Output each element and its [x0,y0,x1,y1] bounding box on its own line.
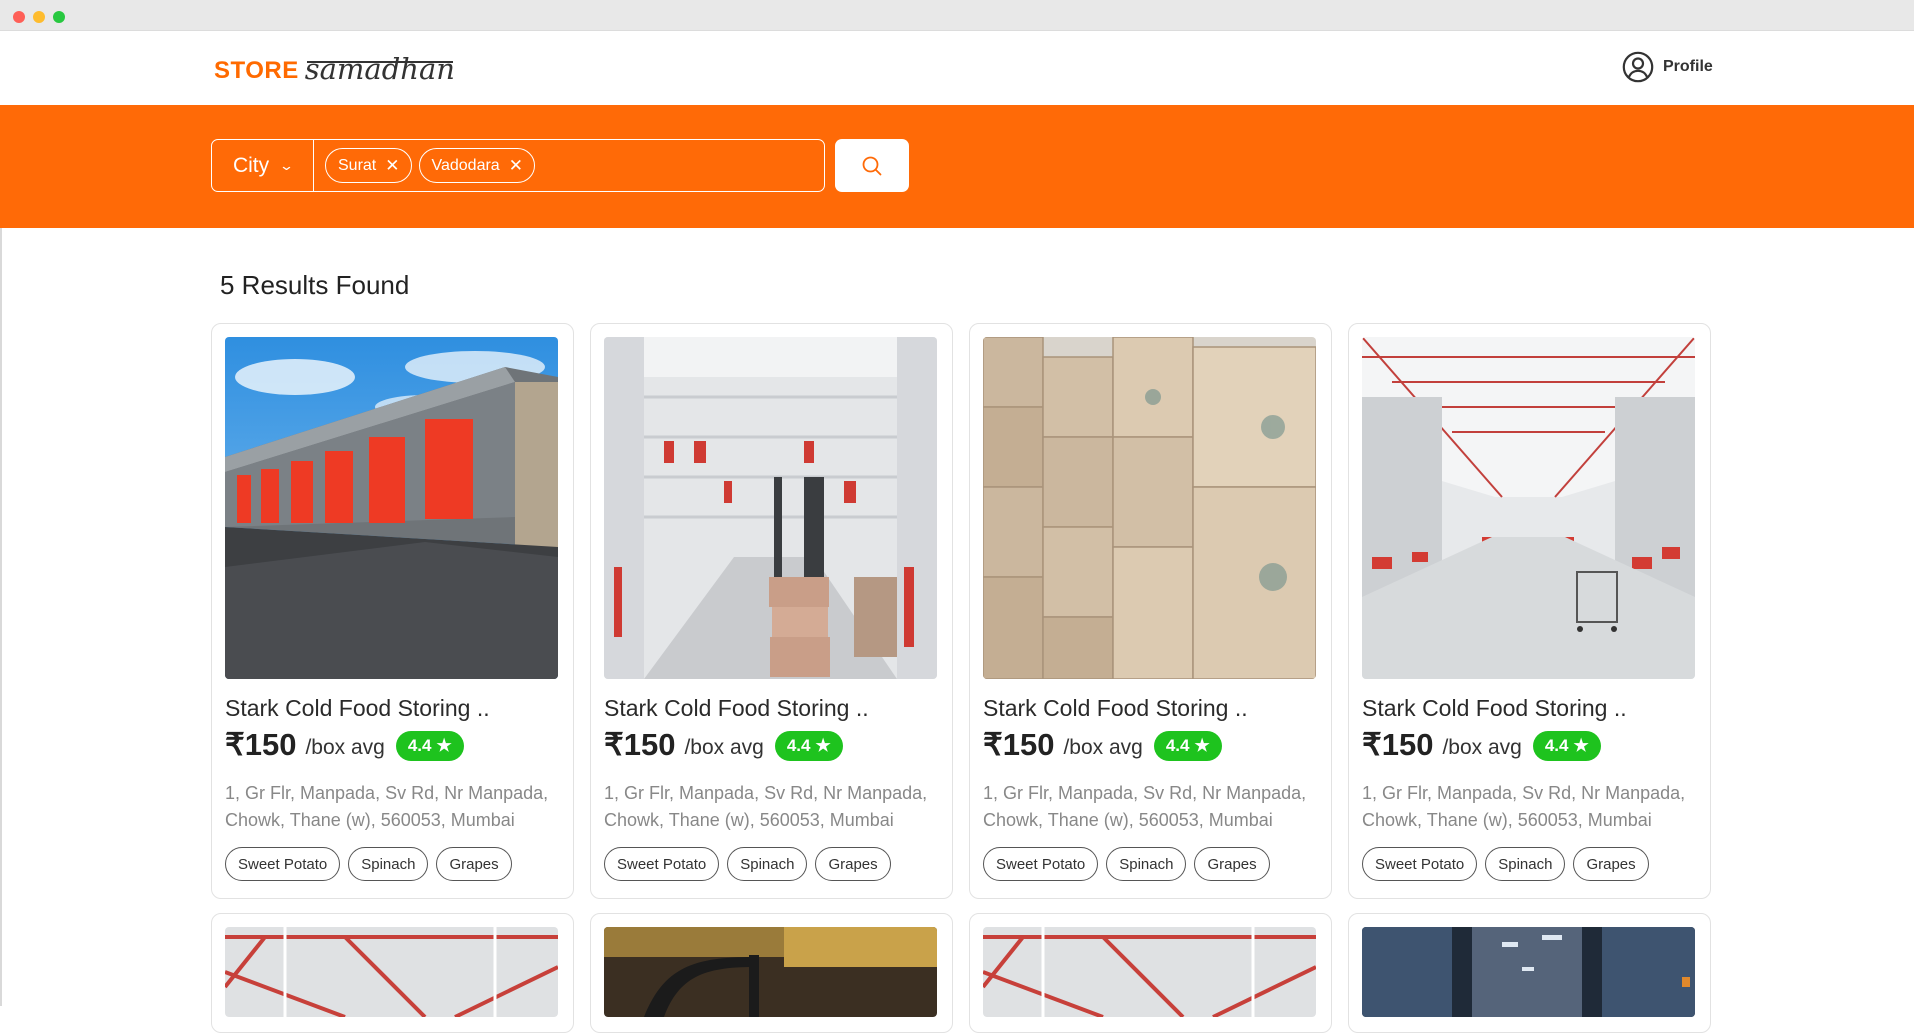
warehouse-card[interactable] [211,913,574,1033]
rating-badge: 4.4 ★ [774,731,843,761]
logo-store-text: STORE [214,57,299,84]
warehouse-photo [604,337,937,679]
produce-tag[interactable]: Grapes [815,847,891,881]
warehouse-card[interactable] [590,913,953,1033]
rating-value: 4.4 [1165,736,1190,755]
chevron-down-icon: ⌄ [278,157,295,173]
warehouse-photo [225,337,558,679]
warehouse-name: Stark Cold Food Storing .. [983,695,1248,721]
city-chip: Vadodara ✕ [418,148,535,183]
warehouse-photo [604,927,937,1017]
produce-tag[interactable]: Spinach [1106,847,1187,881]
logo-samadhan-text: samadhan [304,52,455,86]
warehouse-photo [983,337,1316,679]
rating-badge: 4.4 ★ [1153,731,1222,761]
warehouse-address: 1, Gr Flr, Manpada, Sv Rd, Nr Manpada, C… [604,783,928,830]
remove-chip-icon[interactable]: ✕ [509,156,523,176]
price-value: ₹150 [225,727,297,762]
produce-tag[interactable]: Grapes [1194,847,1270,881]
price-row: ₹150 /box avg 4.4 ★ [1362,727,1601,763]
search-band: City ⌄ Surat ✕ Vadodara ✕ [0,105,1914,228]
profile-button[interactable]: Profile [1622,51,1713,83]
produce-tag[interactable]: Spinach [727,847,808,881]
price-unit: /box avg [1442,736,1522,759]
warehouse-photo [1362,927,1695,1017]
produce-tag[interactable]: Sweet Potato [1362,847,1478,881]
warehouse-card[interactable]: Stark Cold Food Storing .. ₹150 /box avg… [211,323,574,899]
profile-label: Profile [1663,58,1713,75]
results-count-heading: 5 Results Found [220,270,410,300]
warehouse-card[interactable]: Stark Cold Food Storing .. ₹150 /box avg… [969,323,1332,899]
warehouse-name: Stark Cold Food Storing .. [604,695,869,721]
warehouse-address: 1, Gr Flr, Manpada, Sv Rd, Nr Manpada, C… [225,783,549,830]
warehouse-card[interactable] [1348,913,1711,1033]
remove-chip-icon[interactable]: ✕ [385,156,399,176]
star-icon: ★ [436,736,452,755]
produce-tag[interactable]: Sweet Potato [604,847,720,881]
warehouse-card[interactable]: Stark Cold Food Storing .. ₹150 /box avg… [590,323,953,899]
city-chip-label: Vadodara [431,156,500,174]
star-icon: ★ [1194,736,1210,755]
city-search-box: City ⌄ Surat ✕ Vadodara ✕ [211,139,825,192]
window-titlebar [0,0,1914,31]
produce-tag[interactable]: Grapes [436,847,512,881]
produce-tags: Sweet Potato Spinach Grapes [983,847,1270,881]
warehouse-card[interactable]: Stark Cold Food Storing .. ₹150 /box avg… [1348,323,1711,899]
rating-value: 4.4 [407,736,432,755]
selected-city-chips: Surat ✕ Vadodara ✕ [314,148,535,183]
star-icon: ★ [1573,736,1589,755]
produce-tag[interactable]: Sweet Potato [225,847,341,881]
minimize-window-button[interactable] [33,11,45,23]
produce-tags: Sweet Potato Spinach Grapes [1362,847,1649,881]
price-row: ₹150 /box avg 4.4 ★ [604,727,843,763]
price-row: ₹150 /box avg 4.4 ★ [983,727,1222,763]
warehouse-card[interactable] [969,913,1332,1033]
price-row: ₹150 /box avg 4.4 ★ [225,727,464,763]
search-button[interactable] [835,139,909,192]
store-samadhan-logo[interactable]: STORE samadhan [214,52,455,89]
rating-badge: 4.4 ★ [1532,731,1601,761]
warehouse-photo [983,927,1316,1017]
price-unit: /box avg [1063,736,1143,759]
rating-badge: 4.4 ★ [395,731,464,761]
warehouse-photo [1362,337,1695,679]
star-icon: ★ [815,736,831,755]
price-unit: /box avg [684,736,764,759]
warehouse-photo [225,927,558,1017]
city-chip-label: Surat [338,156,377,174]
close-window-button[interactable] [13,11,25,23]
city-dropdown-label: City [232,153,270,177]
price-value: ₹150 [1362,727,1434,762]
price-unit: /box avg [305,736,385,759]
city-chip: Surat ✕ [325,148,412,183]
produce-tag[interactable]: Spinach [348,847,429,881]
rating-value: 4.4 [1544,736,1569,755]
city-dropdown[interactable]: City ⌄ [212,140,314,191]
produce-tag[interactable]: Grapes [1573,847,1649,881]
price-value: ₹150 [604,727,676,762]
user-circle-icon [1622,51,1654,83]
produce-tags: Sweet Potato Spinach Grapes [225,847,512,881]
produce-tag[interactable]: Sweet Potato [983,847,1099,881]
rating-value: 4.4 [786,736,811,755]
browser-window: STORE samadhan Profile City ⌄ Surat ✕ Va… [0,0,1914,1033]
warehouse-address: 1, Gr Flr, Manpada, Sv Rd, Nr Manpada, C… [1362,783,1686,830]
warehouse-name: Stark Cold Food Storing .. [1362,695,1627,721]
price-value: ₹150 [983,727,1055,762]
warehouse-address: 1, Gr Flr, Manpada, Sv Rd, Nr Manpada, C… [983,783,1307,830]
produce-tag[interactable]: Spinach [1485,847,1566,881]
search-icon [862,156,882,175]
site-header: STORE samadhan Profile [0,31,1914,105]
produce-tags: Sweet Potato Spinach Grapes [604,847,891,881]
warehouse-name: Stark Cold Food Storing .. [225,695,490,721]
maximize-window-button[interactable] [53,11,65,23]
